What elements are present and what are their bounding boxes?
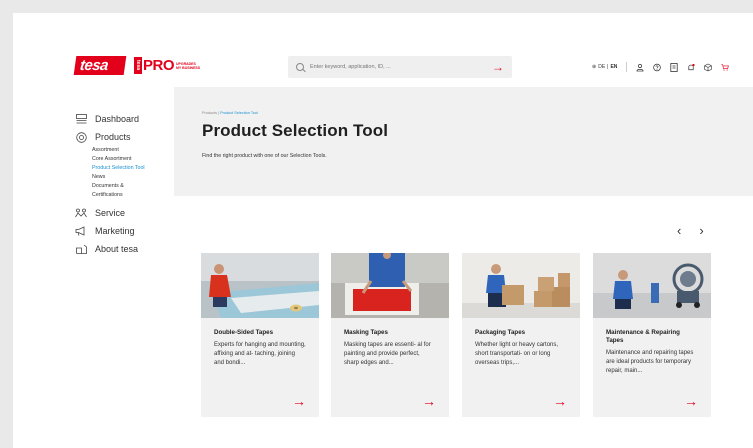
card-title: Masking Tapes [344, 329, 388, 336]
products-submenu: Assortment Core Assortment Product Selec… [75, 146, 185, 204]
maintenance-tapes-image [593, 253, 711, 318]
arrow-right-icon[interactable]: → [292, 394, 306, 408]
sidebar-item-marketing[interactable]: Marketing [75, 222, 185, 240]
card-title: Packaging Tapes [475, 329, 526, 336]
sidebar-item-label: Service [95, 208, 126, 218]
sidebar-item-dashboard[interactable]: Dashboard [75, 110, 185, 128]
breadcrumb-products[interactable]: Products [202, 111, 217, 115]
about-icon [75, 244, 87, 254]
packaging-tapes-image [462, 253, 580, 318]
user-icon[interactable] [636, 63, 644, 72]
bookmark-list-icon[interactable] [670, 62, 679, 72]
sidebar-item-service[interactable]: Service [75, 204, 185, 222]
card-title: Maintenance & Repairing Tapes [606, 329, 680, 344]
lang-en[interactable]: EN [610, 64, 617, 70]
sidebar-item-about-tesa[interactable]: About tesa [75, 240, 185, 258]
card-packaging-tapes[interactable]: Packaging Tapes Whether light or heavy c… [462, 253, 580, 417]
sidebar-item-label: Dashboard [95, 114, 140, 124]
products-icon [75, 132, 87, 143]
header-tools: ⊕ DE | EN [592, 62, 730, 72]
arrow-right-icon[interactable]: → [422, 394, 436, 408]
breadcrumb-current: Product Selection Tool [220, 111, 258, 115]
page-hero: Products | Product Selection Tool Produc… [174, 87, 753, 196]
sidebar-item-label: About tesa [95, 244, 139, 254]
masking-tapes-image [331, 253, 449, 318]
submenu-item-core-assortment[interactable]: Core Assortment [92, 155, 185, 164]
submenu-item-documents-certifications[interactable]: Documents & Certifications [92, 182, 152, 200]
sidebar: Dashboard Products Assortment Core Assor… [75, 110, 185, 258]
arrow-right-icon[interactable]: → [684, 394, 698, 408]
page: tesa tesa PRO UPGRADES MY BUSINESS → ⊕ D… [13, 13, 753, 448]
arrow-right-icon[interactable]: → [553, 394, 567, 408]
sidebar-item-label: Marketing [95, 226, 135, 236]
search-input[interactable] [310, 64, 492, 70]
card-masking-tapes[interactable]: Masking Tapes Masking tapes are essenti-… [331, 253, 449, 417]
carousel-controls: ‹ › [677, 223, 704, 238]
card-description: Whether light or heavy cartons, short tr… [475, 342, 559, 366]
notification-bell-icon[interactable] [687, 63, 696, 72]
tesa-pro-logo[interactable]: tesa tesa PRO UPGRADES MY BUSINESS [73, 56, 200, 75]
service-icon [75, 208, 87, 218]
card-description: Masking tapes are essenti- al for painti… [344, 342, 431, 366]
breadcrumb-separator: | [218, 111, 220, 115]
header-divider [626, 62, 628, 72]
card-maintenance-repairing-tapes[interactable]: Maintenance & Repairing Tapes Maintenanc… [593, 253, 711, 417]
card-description: Experts for hanging and mounting, affixi… [214, 342, 306, 366]
megaphone-icon [75, 226, 87, 236]
globe-icon: ⊕ [592, 64, 597, 70]
help-icon[interactable] [653, 63, 662, 72]
logo-tagline: UPGRADES MY BUSINESS [176, 62, 200, 70]
language-switch[interactable]: ⊕ DE | EN [592, 64, 617, 70]
page-subtitle: Find the right product with one of our S… [202, 153, 327, 159]
card-title: Double-Sided Tapes [214, 329, 274, 336]
lang-de[interactable]: DE [598, 64, 605, 70]
chevron-right-icon[interactable]: › [699, 223, 703, 238]
double-sided-tapes-image [201, 253, 319, 318]
tesa-mini-logo: tesa [134, 57, 142, 74]
breadcrumb: Products | Product Selection Tool [202, 111, 753, 115]
submenu-item-assortment[interactable]: Assortment [92, 146, 185, 155]
package-icon[interactable] [704, 63, 713, 72]
submenu-item-product-selection-tool[interactable]: Product Selection Tool [92, 164, 185, 173]
search-bar[interactable]: → [288, 56, 512, 78]
dashboard-icon [75, 114, 87, 124]
tesa-logo-text: tesa [73, 56, 127, 75]
lang-divider: | [607, 64, 609, 70]
submenu-item-news[interactable]: News [92, 173, 185, 182]
sidebar-item-products[interactable]: Products [75, 128, 185, 146]
pro-logo-text: PRO [143, 57, 175, 74]
chevron-left-icon[interactable]: ‹ [677, 223, 681, 238]
cart-icon[interactable] [721, 63, 730, 72]
page-title: Product Selection Tool [202, 121, 389, 140]
logo-tagline-line-2: MY BUSINESS [176, 65, 201, 70]
search-submit-arrow-icon[interactable]: → [492, 61, 504, 73]
sidebar-item-label: Products [95, 132, 131, 142]
search-icon [296, 63, 304, 71]
card-double-sided-tapes[interactable]: Double-Sided Tapes Experts for hanging a… [201, 253, 319, 417]
card-description: Maintenance and repairing tapes are idea… [606, 350, 694, 374]
